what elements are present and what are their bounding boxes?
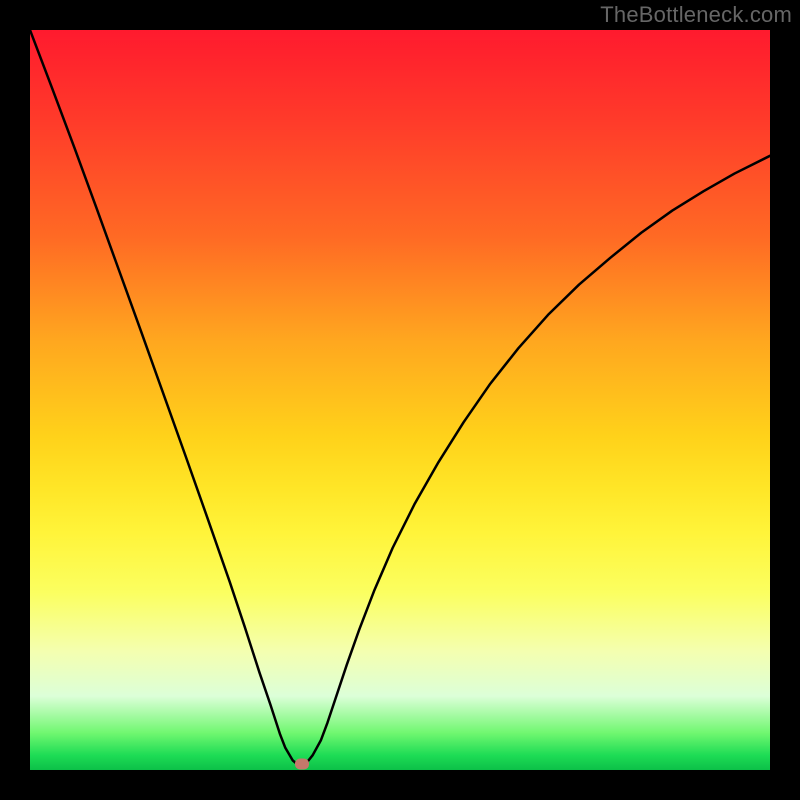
watermark-text: TheBottleneck.com <box>600 2 792 28</box>
optimal-point-marker <box>295 759 309 770</box>
chart-frame: TheBottleneck.com <box>0 0 800 800</box>
gradient-plot-area <box>30 30 770 770</box>
